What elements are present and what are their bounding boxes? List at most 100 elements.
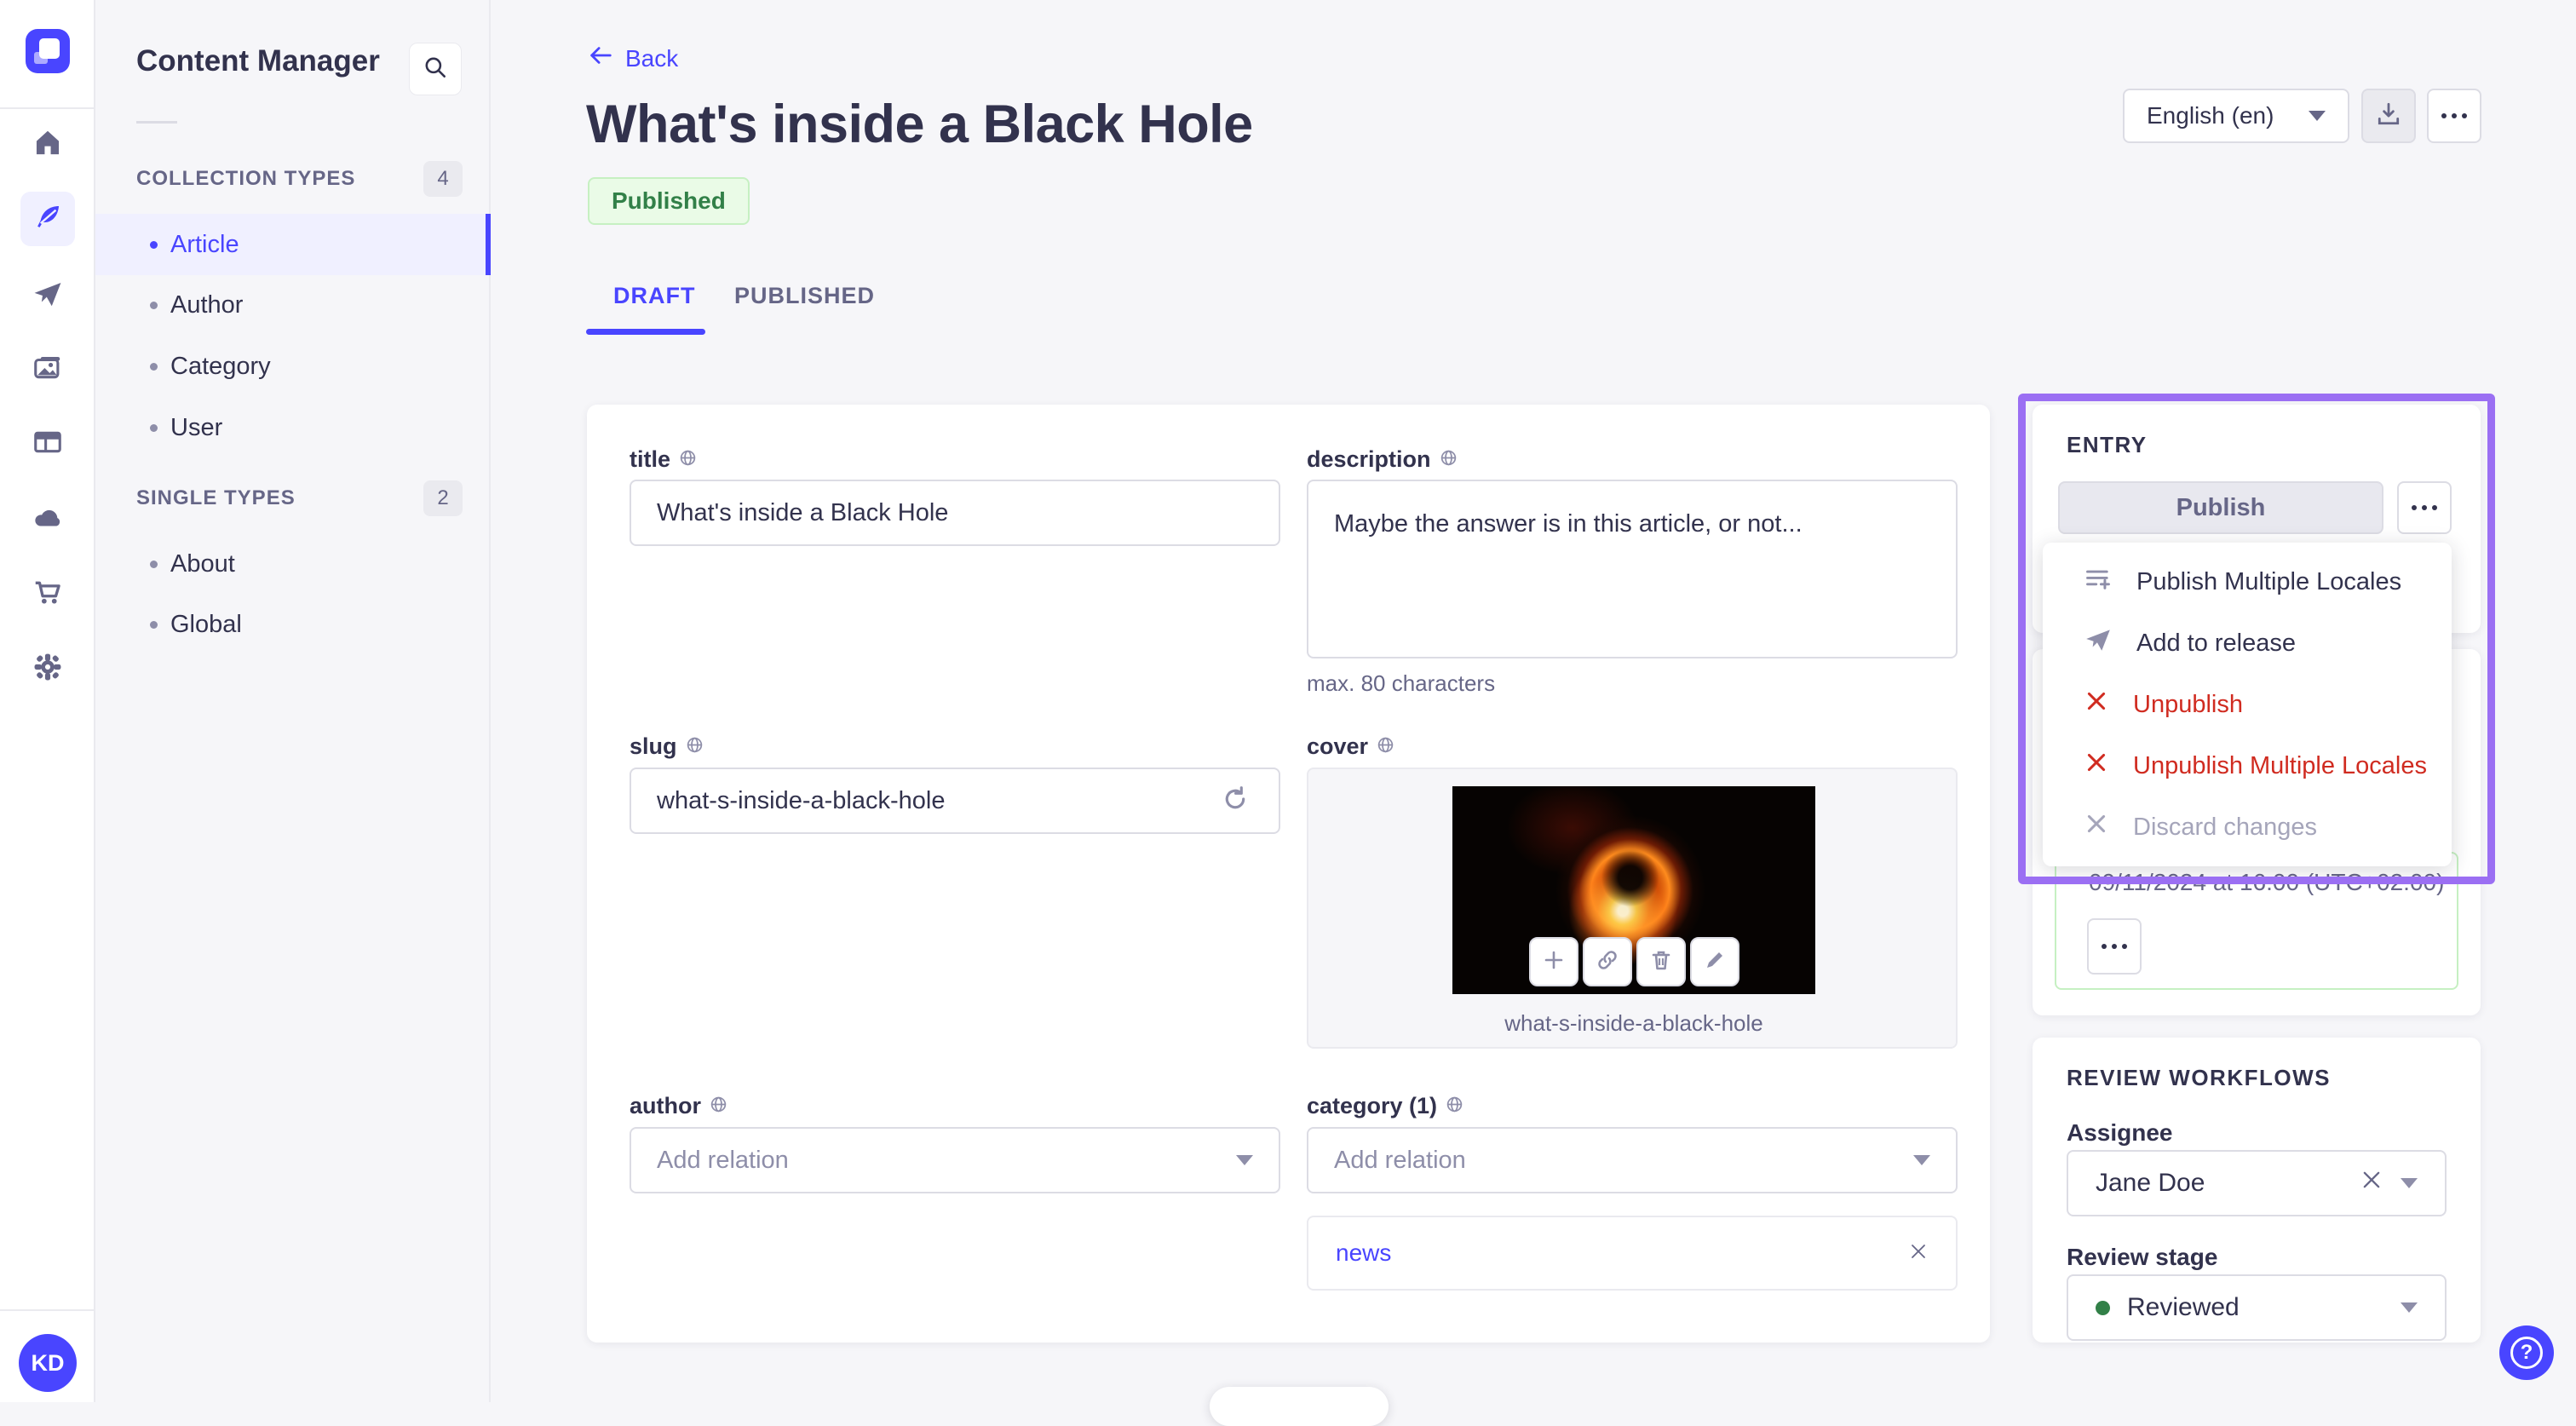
review-stage-value: Reviewed (2127, 1293, 2240, 1321)
select-placeholder: Add relation (657, 1146, 789, 1174)
sidebar-item-category[interactable]: Category (95, 336, 491, 397)
list-plus-icon (2084, 564, 2113, 600)
slug-input[interactable] (630, 768, 1280, 834)
nav-media-library[interactable] (20, 342, 75, 397)
field-label-text: cover (1307, 733, 1369, 759)
author-field-label: author (630, 1093, 727, 1119)
nav-marketplace[interactable] (20, 566, 75, 621)
menu-item-unpublish[interactable]: Unpublish (2043, 674, 2452, 735)
sidebar-item-label: User (170, 413, 223, 441)
cross-icon (2084, 811, 2109, 843)
menu-item-unpublish-multiple-locales[interactable]: Unpublish Multiple Locales (2043, 735, 2452, 796)
floating-bar-peek (1210, 1387, 1389, 1426)
review-stage-select[interactable]: Reviewed (2067, 1274, 2447, 1341)
cover-field-label: cover (1307, 733, 1394, 760)
regenerate-slug-button[interactable] (1221, 785, 1250, 818)
media-library-icon (32, 352, 64, 388)
arrow-left-icon (588, 43, 613, 74)
header-more-button[interactable] (2427, 89, 2481, 143)
field-label-text: author (630, 1093, 701, 1118)
entry-more-button[interactable] (2397, 481, 2452, 534)
field-label-text: slug (630, 733, 677, 759)
search-icon (423, 55, 448, 84)
sidebar-title: Content Manager (136, 44, 380, 78)
globe-icon (686, 733, 704, 760)
nav-releases[interactable] (20, 268, 75, 323)
globe-icon (1446, 1093, 1463, 1119)
back-label: Back (625, 44, 679, 72)
sidebar-item-article[interactable]: Article (95, 214, 491, 275)
menu-item-label: Unpublish Multiple Locales (2133, 751, 2427, 779)
clear-assignee-button[interactable] (2360, 1168, 2383, 1199)
back-link[interactable]: Back (588, 43, 678, 74)
tab-draft[interactable]: DRAFT (613, 283, 695, 309)
help-button[interactable]: ? (2499, 1325, 2554, 1380)
review-stage-label: Review stage (2067, 1244, 2218, 1270)
question-icon: ? (2510, 1337, 2543, 1369)
sidebar-item-about[interactable]: About (95, 533, 491, 595)
publish-button[interactable]: Publish (2058, 481, 2383, 534)
category-relation-select[interactable]: Add relation (1307, 1127, 1958, 1193)
user-avatar[interactable]: KD (19, 1334, 77, 1392)
nav-content-type-builder[interactable] (20, 417, 75, 471)
remove-relation-button[interactable] (1908, 1241, 1929, 1266)
sidebar-item-global[interactable]: Global (95, 594, 491, 655)
nav-home[interactable] (20, 118, 75, 172)
section-collection-types: COLLECTION TYPES (136, 167, 356, 190)
description-textarea[interactable]: Maybe the answer is in this article, or … (1307, 480, 1958, 658)
menu-item-add-to-release[interactable]: Add to release (2043, 612, 2452, 674)
menu-item-publish-multiple-locales[interactable]: Publish Multiple Locales (2043, 551, 2452, 612)
menu-item-discard-changes[interactable]: Discard changes (2043, 796, 2452, 858)
chevron-down-icon (1236, 1155, 1253, 1165)
slug-field-label: slug (630, 733, 704, 760)
sidebar-item-label: Category (170, 352, 271, 380)
sidebar-item-author[interactable]: Author (95, 274, 491, 336)
bullet-icon (150, 301, 158, 309)
cover-delete-button[interactable] (1636, 937, 1686, 986)
divider (0, 107, 95, 109)
author-relation-select[interactable]: Add relation (630, 1127, 1280, 1193)
bullet-icon (150, 362, 158, 371)
trash-icon (1649, 948, 1673, 976)
more-icon (2412, 505, 2437, 510)
export-button[interactable] (2361, 89, 2416, 143)
title-field-label: title (630, 446, 697, 473)
tab-published[interactable]: PUBLISHED (734, 283, 875, 309)
assignee-select[interactable]: Jane Doe (2067, 1150, 2447, 1216)
sidebar-item-user[interactable]: User (95, 397, 491, 458)
cross-icon (2084, 688, 2109, 721)
stage-status-dot (2096, 1300, 2110, 1315)
locale-select[interactable]: English (en) (2123, 89, 2349, 143)
section-single-types: SINGLE TYPES (136, 486, 296, 509)
review-workflows-title: REVIEW WORKFLOWS (2067, 1065, 2331, 1090)
search-button[interactable] (409, 43, 462, 95)
description-field-label: description (1307, 446, 1458, 473)
cover-copy-link-button[interactable] (1583, 937, 1632, 986)
bullet-icon (150, 423, 158, 432)
bullet-icon (150, 560, 158, 568)
chevron-down-icon (1913, 1155, 1930, 1165)
release-more-button[interactable] (2087, 918, 2142, 975)
strapi-logo[interactable] (26, 29, 70, 73)
divider (0, 1309, 95, 1311)
title-input[interactable] (630, 480, 1280, 546)
logo-fold (34, 52, 48, 64)
cover-add-button[interactable] (1529, 937, 1578, 986)
relation-link-news[interactable]: news (1336, 1239, 1391, 1267)
category-field-label: category (1) (1307, 1093, 1463, 1119)
nav-content-manager[interactable] (20, 192, 75, 246)
globe-icon (679, 446, 697, 473)
cloud-icon (32, 502, 64, 538)
cover-edit-button[interactable] (1690, 937, 1739, 986)
menu-item-label: Unpublish (2133, 690, 2243, 718)
active-indicator (486, 214, 491, 275)
description-hint: max. 80 characters (1307, 670, 1496, 696)
settings-gear-icon (32, 651, 64, 687)
nav-deploy-cloud[interactable] (20, 492, 75, 547)
nav-settings[interactable] (20, 641, 75, 696)
download-icon (2376, 101, 2401, 131)
review-workflows-card: REVIEW WORKFLOWS Assignee Jane Doe Revie… (2033, 1038, 2481, 1343)
bullet-icon (150, 240, 158, 249)
globe-icon (1377, 733, 1394, 760)
chevron-down-icon (2401, 1178, 2418, 1188)
